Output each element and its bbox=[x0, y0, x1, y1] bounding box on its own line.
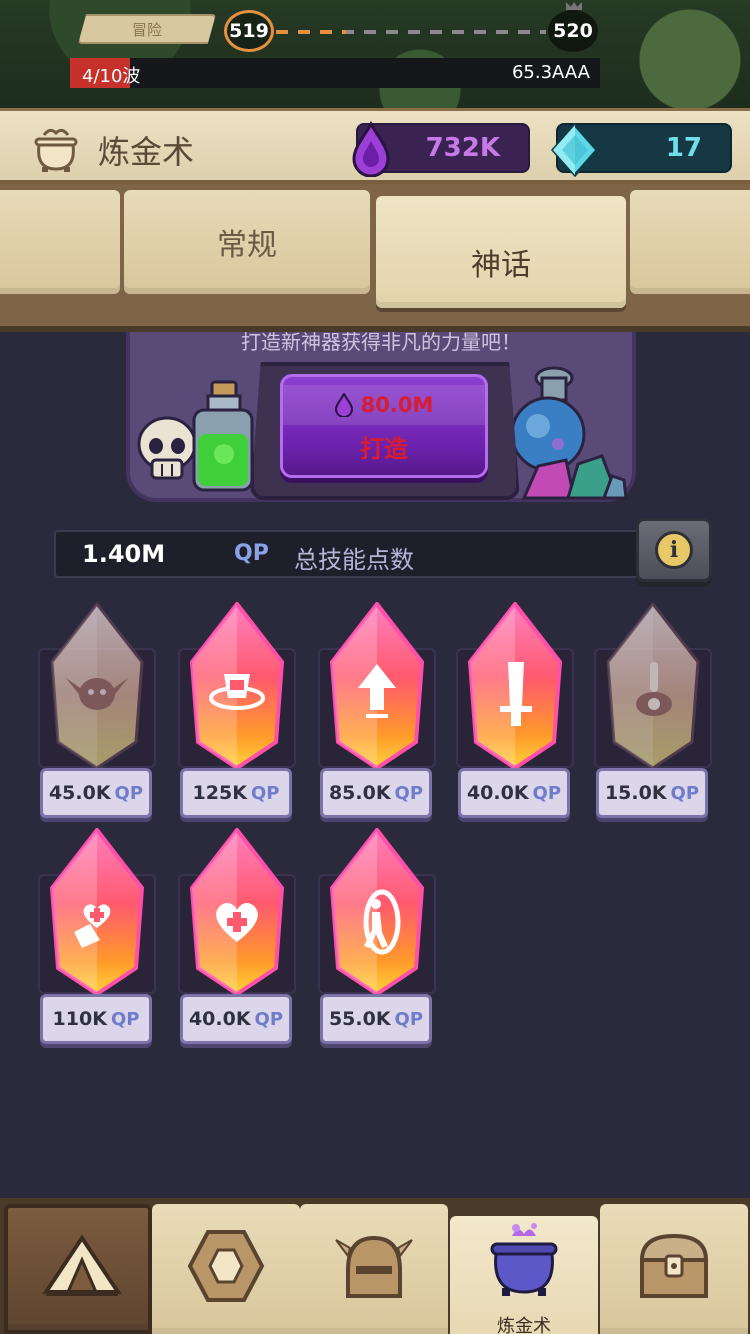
skill-price: 85.0K QP bbox=[320, 768, 432, 818]
cauldron-icon bbox=[490, 1223, 558, 1296]
tab-mythic[interactable]: 神话 bbox=[376, 196, 626, 308]
skill-item[interactable]: 85.0K QP bbox=[318, 602, 436, 826]
tab-placeholder-right bbox=[630, 190, 750, 294]
skill-price: 15.0K QP bbox=[596, 768, 708, 818]
crystal-icon bbox=[467, 602, 563, 770]
next-stage-badge: 520 bbox=[548, 10, 598, 52]
forge-title: 打造新神器获得非凡的力量吧！ bbox=[241, 330, 521, 354]
tab-bar: 常规 神话 bbox=[0, 184, 750, 332]
skill-price: 125K QP bbox=[180, 768, 292, 818]
nav-chest[interactable] bbox=[600, 1204, 748, 1334]
forge-cost: 80.0M bbox=[283, 385, 485, 425]
crystal-icon bbox=[49, 828, 145, 996]
skill-item[interactable]: 45.0K QP bbox=[38, 602, 156, 826]
skill-price: 40.0K QP bbox=[180, 994, 292, 1044]
gem-amount: 17 bbox=[665, 133, 702, 163]
info-icon: i bbox=[655, 531, 693, 569]
tab-regular-label: 常规 bbox=[217, 228, 277, 263]
current-stage-badge: 519 bbox=[224, 10, 274, 52]
elixir-counter[interactable]: 732K bbox=[352, 121, 530, 177]
skill-price: 45.0K QP bbox=[40, 768, 152, 818]
nav-hero[interactable] bbox=[300, 1204, 448, 1334]
knight-helmet-icon bbox=[335, 1235, 413, 1298]
forge-button-label: 打造 bbox=[360, 435, 408, 463]
gem-counter[interactable]: 17 bbox=[551, 123, 732, 177]
forge-button[interactable]: 80.0M 打造 bbox=[280, 374, 488, 478]
skill-points-unit: QP bbox=[234, 541, 269, 566]
stage-progress-track bbox=[276, 30, 546, 34]
crystal-icon bbox=[50, 602, 144, 770]
skill-price: 40.0K QP bbox=[458, 768, 570, 818]
skill-price: 110K QP bbox=[40, 994, 152, 1044]
crystal-icon bbox=[606, 602, 700, 770]
nav-badge[interactable] bbox=[152, 1204, 300, 1334]
stage-mode-label[interactable]: 冒险 bbox=[78, 14, 216, 44]
crown-icon bbox=[566, 2, 582, 10]
skill-item[interactable]: 110K QP bbox=[38, 828, 156, 1052]
bottom-nav: 炼金术 bbox=[0, 1198, 750, 1334]
elixir-drop-icon bbox=[352, 121, 390, 177]
skill-points-label: 总技能点数 bbox=[294, 546, 414, 574]
nav-camp[interactable] bbox=[4, 1204, 152, 1334]
skill-points-value: 1.40M bbox=[82, 540, 166, 568]
gem-icon bbox=[551, 123, 599, 177]
nav-alchemy[interactable]: 炼金术 bbox=[450, 1216, 598, 1334]
crystal-icon bbox=[189, 602, 285, 770]
tab-placeholder-left bbox=[0, 190, 120, 294]
skill-points-bar: 1.40M QP 总技能点数 bbox=[54, 530, 654, 578]
power-value: 65.3AAA bbox=[511, 62, 590, 83]
page-title: 炼金术 bbox=[98, 133, 195, 171]
crystal-icon bbox=[329, 828, 425, 996]
elixir-amount: 732K bbox=[425, 133, 500, 163]
skill-item[interactable]: 40.0K QP bbox=[456, 602, 574, 826]
skill-item[interactable]: 125K QP bbox=[178, 602, 296, 826]
green-potion-icon bbox=[192, 380, 254, 492]
skill-price: 55.0K QP bbox=[320, 994, 432, 1044]
section-header: 炼金术 732K 17 bbox=[0, 108, 750, 184]
cauldron-icon bbox=[34, 128, 78, 172]
skill-item[interactable]: 40.0K QP bbox=[178, 828, 296, 1052]
info-button[interactable]: i bbox=[636, 518, 712, 582]
wave-progress-bar: 4/10波 65.3AAA bbox=[70, 58, 600, 88]
crystal-rocks-icon bbox=[521, 454, 628, 500]
wave-counter: 4/10波 bbox=[82, 66, 141, 87]
treasure-chest-icon bbox=[639, 1233, 709, 1298]
camp-tent-icon bbox=[42, 1234, 122, 1296]
crystal-icon bbox=[329, 602, 425, 770]
tab-regular[interactable]: 常规 bbox=[124, 190, 370, 294]
nav-alchemy-label: 炼金术 bbox=[497, 1316, 551, 1334]
elixir-drop-icon bbox=[334, 393, 353, 417]
skill-item[interactable]: 55.0K QP bbox=[318, 828, 436, 1052]
forge-cost-value: 80.0M bbox=[360, 393, 434, 417]
tab-mythic-label: 神话 bbox=[471, 248, 531, 283]
skill-item[interactable]: 15.0K QP bbox=[594, 602, 712, 826]
top-banner: 冒险 519 520 4/10波 65.3AAA bbox=[0, 0, 750, 108]
crystal-icon bbox=[189, 828, 285, 996]
badge-icon bbox=[187, 1230, 265, 1302]
